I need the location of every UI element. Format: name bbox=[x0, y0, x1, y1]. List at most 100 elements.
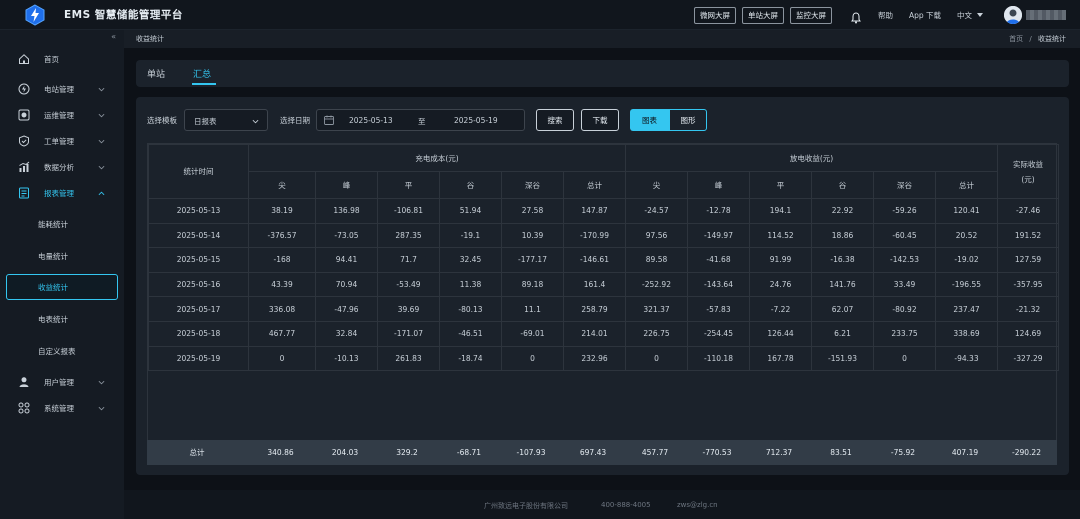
total-cell: -770.53 bbox=[702, 448, 732, 457]
sidebar-item-system[interactable]: 系统管理 bbox=[0, 395, 124, 421]
total-row-cells: 总计 340.86 204.03 329.2 -68.71 -107.93 697.43 45… bbox=[147, 440, 1057, 465]
table-cell: -80.13 bbox=[439, 296, 502, 322]
monitor-screen-button[interactable]: 监控大屏 bbox=[789, 6, 832, 24]
column-group-discharge-revenue: 放电收益(元) bbox=[625, 144, 999, 172]
view-table-toggle[interactable]: 图表 bbox=[630, 109, 669, 131]
table-cell: 32.45 bbox=[439, 247, 502, 273]
app-download-link[interactable]: App 下载 bbox=[909, 10, 941, 21]
table-cell: 71.7 bbox=[377, 247, 440, 273]
sidebar-item-station[interactable]: 电站管理 bbox=[0, 76, 124, 102]
column-header-actual-revenue: 实际收益 (元) bbox=[997, 144, 1060, 199]
table-row: 2025-05-19 0 -10.13 261.83 -18.74 0 232.96 0 -11… bbox=[148, 345, 1060, 372]
system-icon bbox=[18, 402, 30, 414]
table-cell: -73.05 bbox=[315, 222, 378, 249]
tab-summary[interactable]: 汇总 bbox=[193, 67, 211, 80]
sidebar-item-analysis[interactable]: 数据分析 bbox=[0, 154, 124, 180]
tab-single-station[interactable]: 单站 bbox=[147, 67, 165, 80]
analysis-icon bbox=[19, 161, 30, 172]
caret-down-icon bbox=[977, 13, 983, 17]
table-cell: 18.86 bbox=[811, 222, 875, 249]
table-cell: 6.21 bbox=[811, 320, 875, 347]
table-row: 2025-05-16 43.39 70.94 -53.49 11.38 89.18 161.… bbox=[148, 271, 1060, 298]
table-cell: 258.79 bbox=[562, 296, 627, 322]
language-label: 中文 bbox=[957, 10, 972, 20]
total-cell: -75.92 bbox=[890, 448, 916, 457]
help-link[interactable]: 帮助 bbox=[878, 10, 893, 21]
table-cell: 287.35 bbox=[377, 222, 440, 249]
maintenance-icon bbox=[18, 109, 30, 121]
download-button[interactable]: 下载 bbox=[581, 109, 619, 131]
date-range-picker[interactable]: 2025-05-13 至 2025-05-19 bbox=[316, 109, 525, 131]
table-cell: -170.99 bbox=[562, 222, 627, 249]
language-select[interactable]: 中文 bbox=[957, 10, 984, 21]
single-station-screen-button[interactable]: 单站大屏 bbox=[741, 6, 784, 24]
table-cell: -16.38 bbox=[811, 247, 875, 273]
empty-row bbox=[149, 371, 1059, 396]
table-cell: -106.81 bbox=[377, 198, 440, 224]
sidebar-item-maintenance[interactable]: 运维管理 bbox=[0, 102, 124, 128]
view-chart-toggle[interactable]: 图形 bbox=[669, 109, 707, 131]
total-cell: 83.51 bbox=[830, 448, 852, 457]
table-cell: -149.97 bbox=[687, 222, 751, 249]
table-cell: 62.07 bbox=[811, 296, 875, 322]
table-cell-date: 2025-05-17 bbox=[148, 296, 249, 322]
table-cell: -60.45 bbox=[873, 222, 937, 249]
total-cell: 340.86 bbox=[267, 448, 294, 457]
microgrid-screen-button[interactable]: 微网大屏 bbox=[693, 6, 736, 24]
table-cell: 91.99 bbox=[749, 247, 813, 273]
sidebar-subitem-meter[interactable]: 电表统计 bbox=[0, 307, 124, 331]
table-cell: 27.58 bbox=[501, 198, 564, 224]
end-date[interactable]: 2025-05-19 bbox=[454, 116, 498, 125]
footer-email: zws@zlg.cn bbox=[677, 501, 718, 509]
sidebar-subitem-revenue[interactable]: 收益统计 bbox=[6, 274, 118, 300]
sidebar-subitem-electricity[interactable]: 电量统计 bbox=[0, 244, 124, 268]
breadcrumb-home-link[interactable]: 首页 bbox=[1009, 35, 1023, 43]
table-cell: 167.78 bbox=[749, 345, 813, 372]
column-subheader: 峰 bbox=[687, 171, 751, 199]
date-range-separator: 至 bbox=[418, 117, 426, 126]
table-cell: 161.4 bbox=[562, 271, 627, 298]
table-cell: 39.69 bbox=[377, 296, 440, 322]
table-cell: -327.29 bbox=[997, 345, 1060, 372]
table-cell: -376.57 bbox=[248, 222, 316, 249]
table-cell: 114.52 bbox=[749, 222, 813, 249]
table-cell: 0 bbox=[873, 345, 937, 372]
sidebar-item-label: 首页 bbox=[44, 54, 59, 64]
table-cell: -146.61 bbox=[562, 247, 627, 273]
table-cell: 120.41 bbox=[935, 198, 999, 224]
table-cell: 20.52 bbox=[935, 222, 999, 249]
start-date[interactable]: 2025-05-13 bbox=[349, 116, 393, 125]
sidebar-item-user[interactable]: 用户管理 bbox=[0, 369, 124, 395]
table-cell: -7.22 bbox=[749, 296, 813, 322]
total-cell: 407.19 bbox=[951, 448, 979, 457]
table-cell: -80.92 bbox=[873, 296, 937, 322]
avatar[interactable] bbox=[1004, 6, 1022, 24]
table-cell: -143.64 bbox=[687, 271, 751, 298]
table-cell: 321.37 bbox=[625, 296, 689, 322]
total-cell: -107.93 bbox=[516, 448, 546, 457]
table-cell: 191.52 bbox=[997, 222, 1060, 249]
sidebar-item-label: 运维管理 bbox=[44, 110, 74, 120]
user-icon bbox=[19, 377, 29, 387]
sidebar-item-workorder[interactable]: 工单管理 bbox=[0, 128, 124, 154]
table-cell: 233.75 bbox=[873, 320, 937, 347]
table-cell: 214.01 bbox=[562, 320, 627, 347]
sidebar-item-report[interactable]: 报表管理 bbox=[0, 180, 124, 206]
collapse-sidebar-icon[interactable]: « bbox=[111, 32, 116, 41]
sidebar-subitem-custom-report[interactable]: 自定义报表 bbox=[0, 339, 124, 363]
breadcrumb-separator: / bbox=[1029, 35, 1032, 43]
column-subheader: 平 bbox=[749, 171, 813, 199]
table-cell: 237.47 bbox=[935, 296, 999, 322]
search-button[interactable]: 搜索 bbox=[536, 109, 574, 131]
sidebar-item-home[interactable]: 首页 bbox=[0, 46, 124, 72]
bell-icon[interactable] bbox=[850, 9, 862, 24]
table-cell-date: 2025-05-14 bbox=[148, 222, 249, 249]
table-cell: 32.84 bbox=[315, 320, 378, 347]
column-subheader: 谷 bbox=[439, 171, 502, 199]
sidebar-subitem-energy-consumption[interactable]: 能耗统计 bbox=[0, 212, 124, 236]
column-header-time: 统计时间 bbox=[148, 144, 249, 199]
sidebar-item-label: 用户管理 bbox=[44, 377, 74, 387]
table-cell: 136.98 bbox=[315, 198, 378, 224]
home-icon bbox=[19, 54, 29, 64]
template-select[interactable]: 日报表 bbox=[184, 109, 268, 131]
